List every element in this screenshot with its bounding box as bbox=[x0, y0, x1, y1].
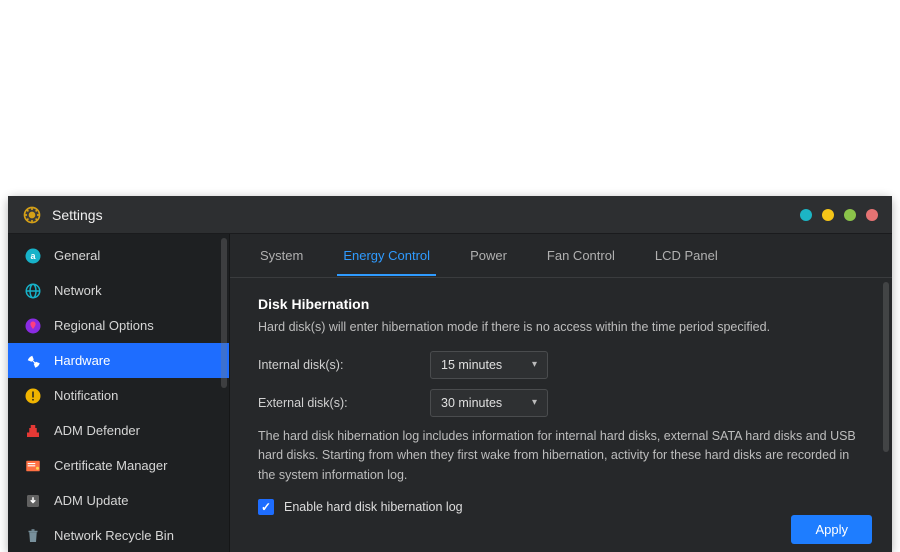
sidebar-scrollbar[interactable] bbox=[221, 238, 227, 388]
window-close-icon[interactable] bbox=[866, 209, 878, 221]
sidebar-item-label: Hardware bbox=[54, 353, 110, 368]
sidebar-item-recycle[interactable]: Network Recycle Bin bbox=[8, 518, 229, 552]
general-icon: a bbox=[24, 247, 42, 265]
update-icon bbox=[24, 492, 42, 510]
titlebar: Settings bbox=[8, 196, 892, 234]
section-description: Hard disk(s) will enter hibernation mode… bbox=[258, 318, 864, 337]
recycle-icon bbox=[24, 527, 42, 545]
window-title: Settings bbox=[52, 207, 103, 223]
window-help-icon[interactable] bbox=[844, 209, 856, 221]
sidebar-item-label: Notification bbox=[54, 388, 118, 403]
content-scrollbar[interactable] bbox=[883, 282, 889, 452]
external-disk-row: External disk(s): 30 minutes ▾ bbox=[258, 389, 864, 417]
hardware-icon bbox=[24, 352, 42, 370]
regional-icon bbox=[24, 317, 42, 335]
window-controls bbox=[800, 209, 878, 221]
chevron-down-icon: ▾ bbox=[532, 359, 537, 370]
sidebar-item-regional[interactable]: Regional Options bbox=[8, 308, 229, 343]
sidebar-item-label: ADM Update bbox=[54, 493, 128, 508]
internal-disk-select[interactable]: 15 minutes ▾ bbox=[430, 351, 548, 379]
content-area: System Energy Control Power Fan Control … bbox=[230, 234, 892, 552]
tab-fan-control[interactable]: Fan Control bbox=[541, 236, 621, 275]
tab-power[interactable]: Power bbox=[464, 236, 513, 275]
notification-icon bbox=[24, 387, 42, 405]
sidebar-list: a General Network Regional Options Hardw… bbox=[8, 234, 229, 552]
certificate-icon bbox=[24, 457, 42, 475]
tab-bar: System Energy Control Power Fan Control … bbox=[230, 234, 892, 278]
network-icon bbox=[24, 282, 42, 300]
chevron-down-icon: ▾ bbox=[532, 397, 537, 408]
sidebar-item-update[interactable]: ADM Update bbox=[8, 483, 229, 518]
sidebar-item-general[interactable]: a General bbox=[8, 238, 229, 273]
sidebar: a General Network Regional Options Hardw… bbox=[8, 234, 230, 552]
tab-energy-control[interactable]: Energy Control bbox=[337, 236, 436, 275]
footer: Apply bbox=[791, 515, 872, 544]
internal-disk-row: Internal disk(s): 15 minutes ▾ bbox=[258, 351, 864, 379]
sidebar-item-label: ADM Defender bbox=[54, 423, 140, 438]
window-body: a General Network Regional Options Hardw… bbox=[8, 234, 892, 552]
internal-disk-label: Internal disk(s): bbox=[258, 358, 430, 372]
sidebar-item-defender[interactable]: ADM Defender bbox=[8, 413, 229, 448]
sidebar-item-notification[interactable]: Notification bbox=[8, 378, 229, 413]
tab-system[interactable]: System bbox=[254, 236, 309, 275]
internal-disk-value: 15 minutes bbox=[441, 358, 502, 372]
section-title: Disk Hibernation bbox=[258, 296, 864, 312]
sidebar-item-network[interactable]: Network bbox=[8, 273, 229, 308]
sidebar-item-label: Network bbox=[54, 283, 102, 298]
external-disk-value: 30 minutes bbox=[441, 396, 502, 410]
sidebar-item-hardware[interactable]: Hardware bbox=[8, 343, 229, 378]
defender-icon bbox=[24, 422, 42, 440]
enable-log-row[interactable]: ✓ Enable hard disk hibernation log bbox=[258, 499, 864, 515]
settings-icon bbox=[22, 205, 42, 225]
sidebar-item-label: Certificate Manager bbox=[54, 458, 167, 473]
tab-lcd-panel[interactable]: LCD Panel bbox=[649, 236, 724, 275]
enable-log-checkbox[interactable]: ✓ bbox=[258, 499, 274, 515]
energy-panel: Disk Hibernation Hard disk(s) will enter… bbox=[230, 278, 892, 552]
sidebar-item-label: Regional Options bbox=[54, 318, 154, 333]
settings-window: Settings a General Network Regional bbox=[8, 196, 892, 552]
sidebar-item-label: General bbox=[54, 248, 100, 263]
sidebar-item-certificate[interactable]: Certificate Manager bbox=[8, 448, 229, 483]
external-disk-label: External disk(s): bbox=[258, 396, 430, 410]
window-max-icon[interactable] bbox=[822, 209, 834, 221]
enable-log-label: Enable hard disk hibernation log bbox=[284, 500, 463, 514]
log-info-text: The hard disk hibernation log includes i… bbox=[258, 427, 864, 485]
apply-button[interactable]: Apply bbox=[791, 515, 872, 544]
external-disk-select[interactable]: 30 minutes ▾ bbox=[430, 389, 548, 417]
window-min-icon[interactable] bbox=[800, 209, 812, 221]
sidebar-item-label: Network Recycle Bin bbox=[54, 528, 174, 543]
